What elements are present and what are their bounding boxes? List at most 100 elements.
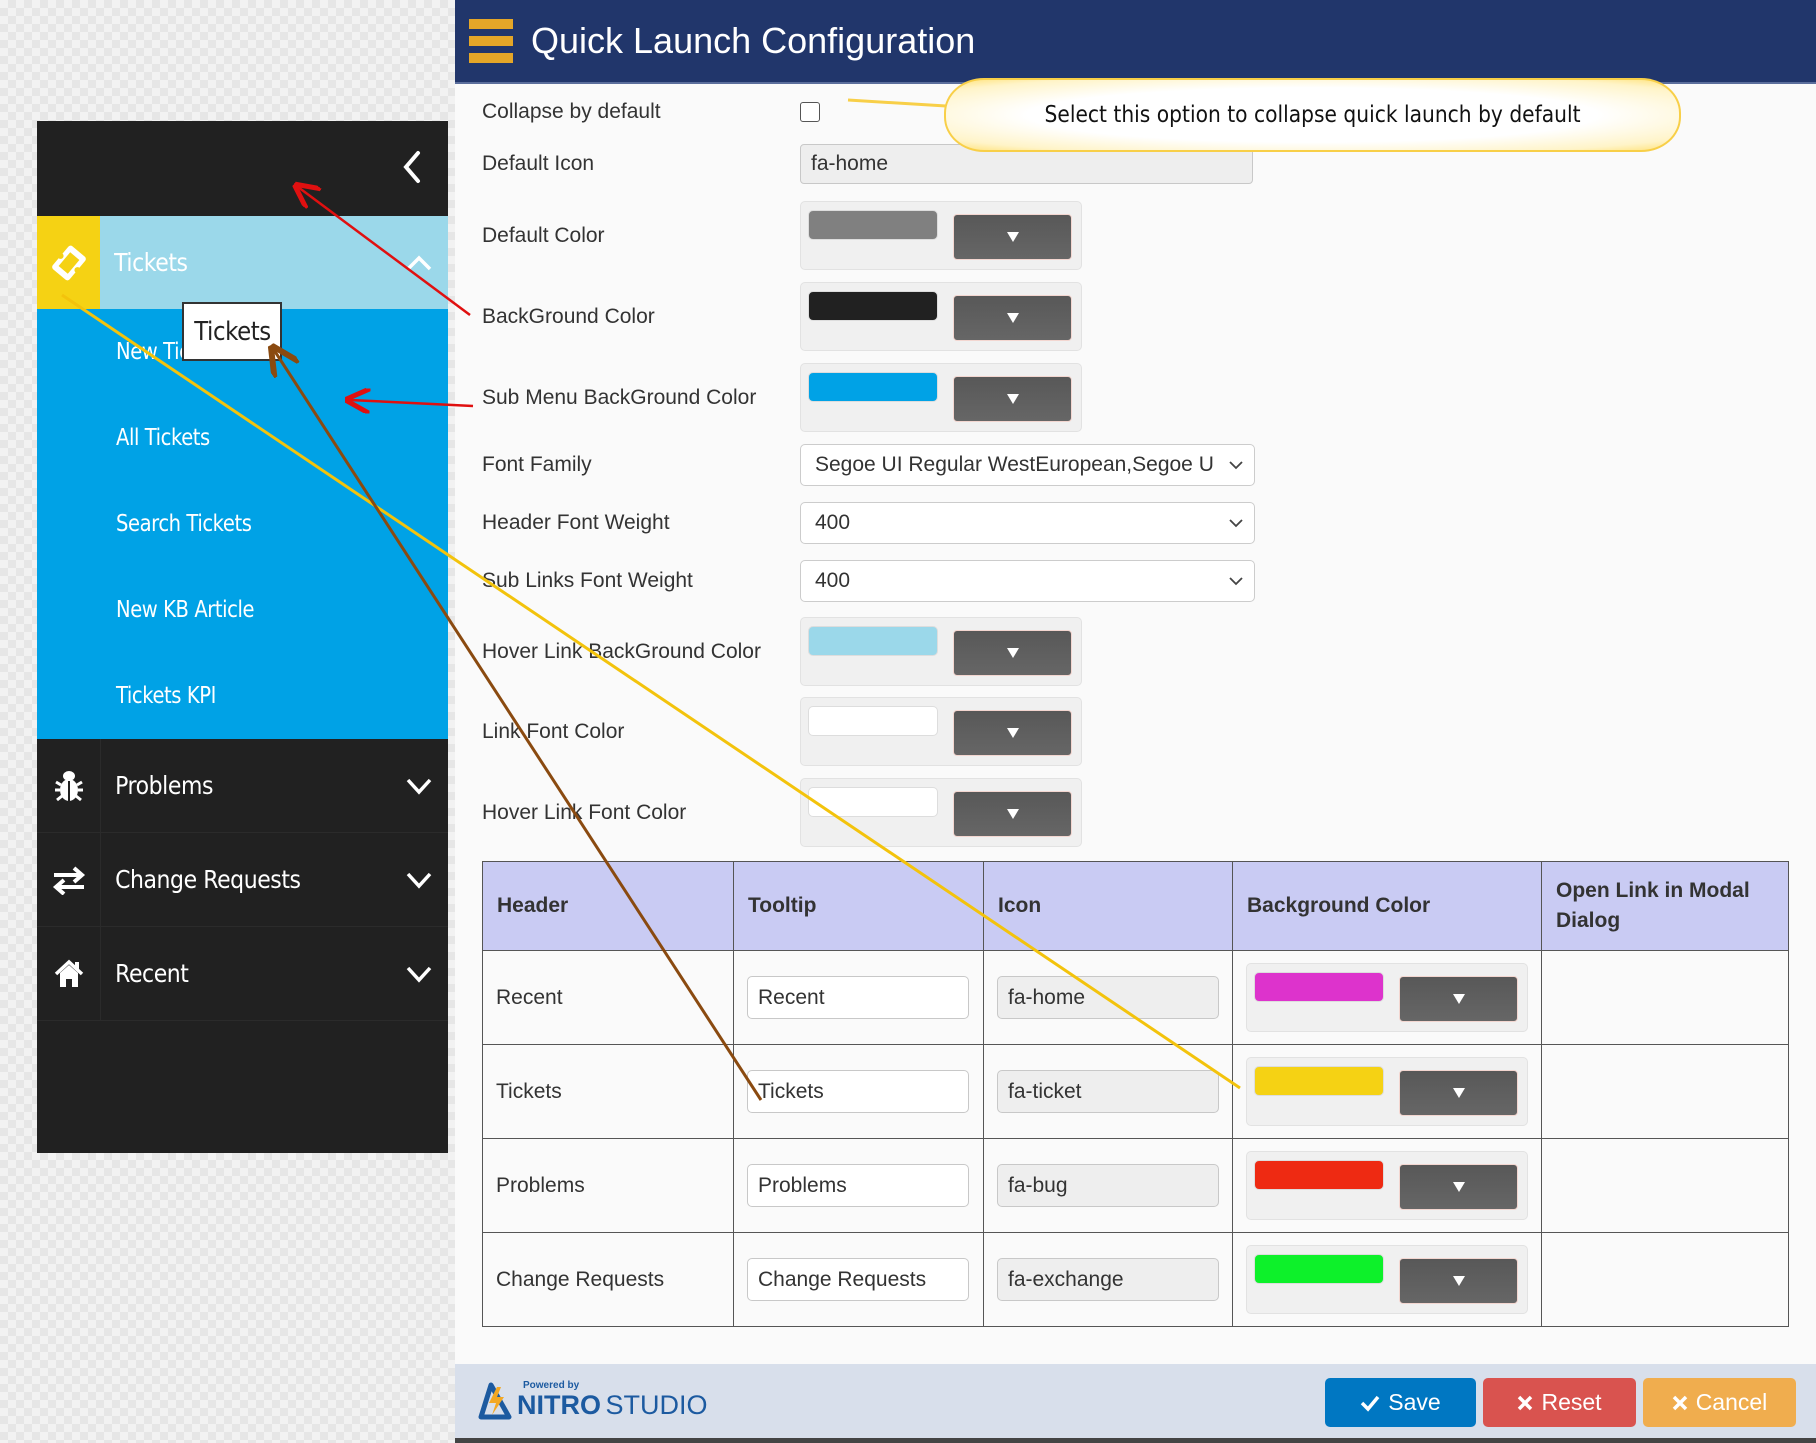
preview-menu-problems[interactable]: Problems [37,739,448,833]
chevron-down-icon [1229,461,1243,470]
header-weight-select[interactable]: 400 [800,502,1255,544]
chevron-down-icon[interactable] [404,774,434,798]
row-color-picker [1246,1245,1528,1314]
collapse-label: Collapse by default [482,100,661,123]
sublinks-weight-select[interactable]: 400 [800,560,1255,602]
caret-down-icon [1452,1182,1465,1192]
column-header: Tooltip [733,861,984,951]
hamburger-icon[interactable] [469,19,513,63]
preview-menu-label: Change Requests [115,865,301,894]
hover-font-color-picker [800,778,1082,847]
open-in-modal-cell [1541,1232,1789,1327]
icon-input[interactable] [997,1164,1219,1207]
column-header: Icon [983,861,1233,951]
chevron-down-icon [1229,519,1243,528]
home-icon [54,959,83,987]
color-dropdown-button[interactable] [1399,1070,1518,1116]
check-icon [1361,1395,1380,1412]
color-swatch[interactable] [808,787,938,817]
font-family-select[interactable]: Segoe UI Regular WestEuropean,Segoe UI [800,444,1255,486]
preview-sublink[interactable]: All Tickets [37,395,448,481]
row-header: Problems [482,1138,734,1233]
color-swatch[interactable] [808,291,938,321]
preview-sublink[interactable]: Tickets KPI [37,653,448,739]
bug-icon [54,770,83,801]
row-color-picker [1246,1151,1528,1220]
sublinks-weight-row: Sub Links Font Weight 400 [482,560,1255,602]
hover-font-label: Hover Link Font Color [482,800,687,824]
color-dropdown-button[interactable] [1399,976,1518,1022]
preview-menu-recent[interactable]: Recent [37,927,448,1021]
chevron-down-icon[interactable] [404,962,434,986]
ticket-icon [51,245,86,280]
row-color-picker [1246,963,1528,1032]
color-dropdown-button[interactable] [953,214,1072,260]
tooltip-input[interactable] [747,1164,969,1207]
hover-bg-color-picker [800,617,1082,686]
row-header: Recent [482,950,734,1045]
color-swatch[interactable] [808,210,938,240]
column-header: Open Link in Modal Dialog [1541,861,1789,951]
color-dropdown-button[interactable] [1399,1258,1518,1304]
open-in-modal-cell [1541,950,1789,1045]
hover-bg-label: Hover Link BackGround Color [482,639,761,663]
nitro-logo-icon [478,1382,512,1420]
row-color-picker [1246,1057,1528,1126]
reset-button[interactable]: Reset [1483,1378,1636,1427]
color-dropdown-button[interactable] [953,710,1072,756]
chevron-up-icon[interactable] [404,251,434,275]
config-panel: Quick Launch Configuration Collapse by d… [455,0,1816,1443]
caret-down-icon [1006,728,1019,738]
font-family-label: Font Family [482,453,592,476]
color-dropdown-button[interactable] [953,376,1072,422]
color-swatch[interactable] [1254,1254,1384,1284]
hover-font-row: Hover Link Font Color [482,778,1082,847]
tooltip-input[interactable] [747,1258,969,1301]
ticket-icon-box [37,216,100,309]
color-swatch[interactable] [1254,1160,1384,1190]
preview-menu-tickets[interactable]: Tickets [37,216,448,309]
quick-launch-preview: Tickets New Tickets All Tickets Search T… [37,121,448,1153]
color-swatch[interactable] [808,706,938,736]
color-swatch[interactable] [808,372,938,402]
tooltip-input[interactable] [747,976,969,1019]
chevron-down-icon[interactable] [404,868,434,892]
caret-down-icon [1006,313,1019,323]
color-dropdown-button[interactable] [1399,1164,1518,1210]
open-in-modal-cell [1541,1138,1789,1233]
preview-menu-change-requests[interactable]: Change Requests [37,833,448,927]
preview-sublink[interactable]: New KB Article [37,567,448,653]
exchange-icon [52,865,85,895]
chevron-left-icon[interactable] [398,147,426,187]
save-button[interactable]: Save [1325,1378,1476,1427]
cancel-button[interactable]: Cancel [1643,1378,1796,1427]
caret-down-icon [1006,394,1019,404]
collapse-checkbox[interactable] [800,102,820,122]
color-dropdown-button[interactable] [953,295,1072,341]
color-swatch[interactable] [1254,972,1384,1002]
color-dropdown-button[interactable] [953,630,1072,676]
color-swatch[interactable] [808,626,938,656]
column-header: Background Color [1232,861,1542,951]
caret-down-icon [1452,1276,1465,1286]
icon-input[interactable] [997,976,1219,1019]
hover-bg-row: Hover Link BackGround Color [482,617,1082,686]
submenu-bg-row: Sub Menu BackGround Color [482,363,1082,432]
default-color-label: Default Color [482,223,605,247]
color-dropdown-button[interactable] [953,791,1072,837]
table-row: Tickets [482,1044,1789,1139]
preview-sublink[interactable]: Search Tickets [37,481,448,567]
tooltip-input[interactable] [747,1070,969,1113]
background-color-row: BackGround Color [482,282,1082,351]
table-row: Problems [482,1138,1789,1233]
submenu-bg-label: Sub Menu BackGround Color [482,385,757,409]
preview-top-bar [37,121,448,216]
caret-down-icon [1452,994,1465,1004]
submenu-bg-color-picker [800,363,1082,432]
icon-input[interactable] [997,1070,1219,1113]
color-swatch[interactable] [1254,1066,1384,1096]
preview-menu-label: Recent [115,959,189,988]
icon-input[interactable] [997,1258,1219,1301]
open-in-modal-cell [1541,1044,1789,1139]
row-header: Change Requests [482,1232,734,1327]
